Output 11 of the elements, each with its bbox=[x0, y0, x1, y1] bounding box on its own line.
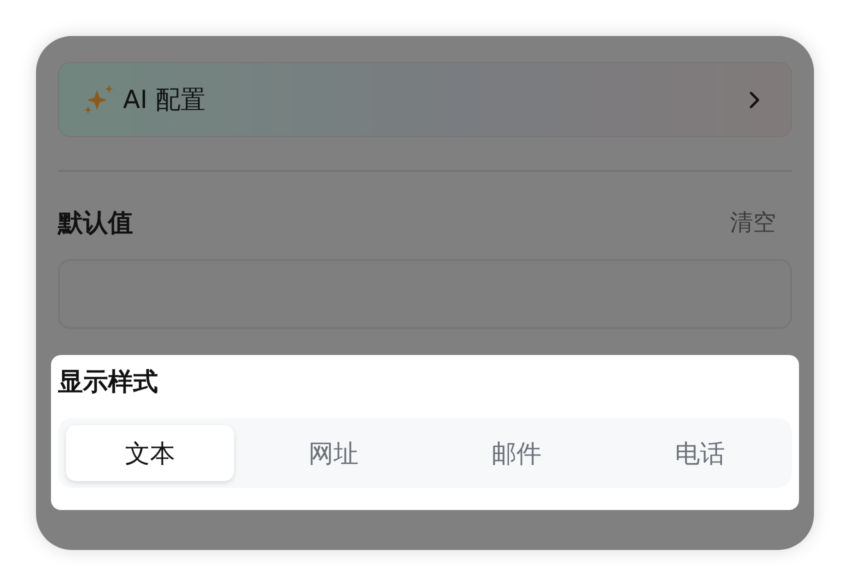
chevron-right-icon bbox=[749, 90, 761, 108]
ai-config-row[interactable]: AI 配置 bbox=[58, 62, 792, 137]
style-option[interactable]: 电话 bbox=[616, 425, 784, 481]
style-option[interactable]: 网址 bbox=[249, 425, 418, 481]
sparkle-icon bbox=[83, 84, 115, 116]
style-option[interactable]: 邮件 bbox=[432, 425, 601, 481]
style-option[interactable]: 文本 bbox=[66, 425, 234, 481]
default-value-label: 默认值 bbox=[58, 207, 133, 239]
ai-config-label: AI 配置 bbox=[123, 84, 206, 116]
clear-button[interactable]: 清空 bbox=[730, 207, 792, 238]
display-style-label: 显示样式 bbox=[58, 366, 159, 398]
